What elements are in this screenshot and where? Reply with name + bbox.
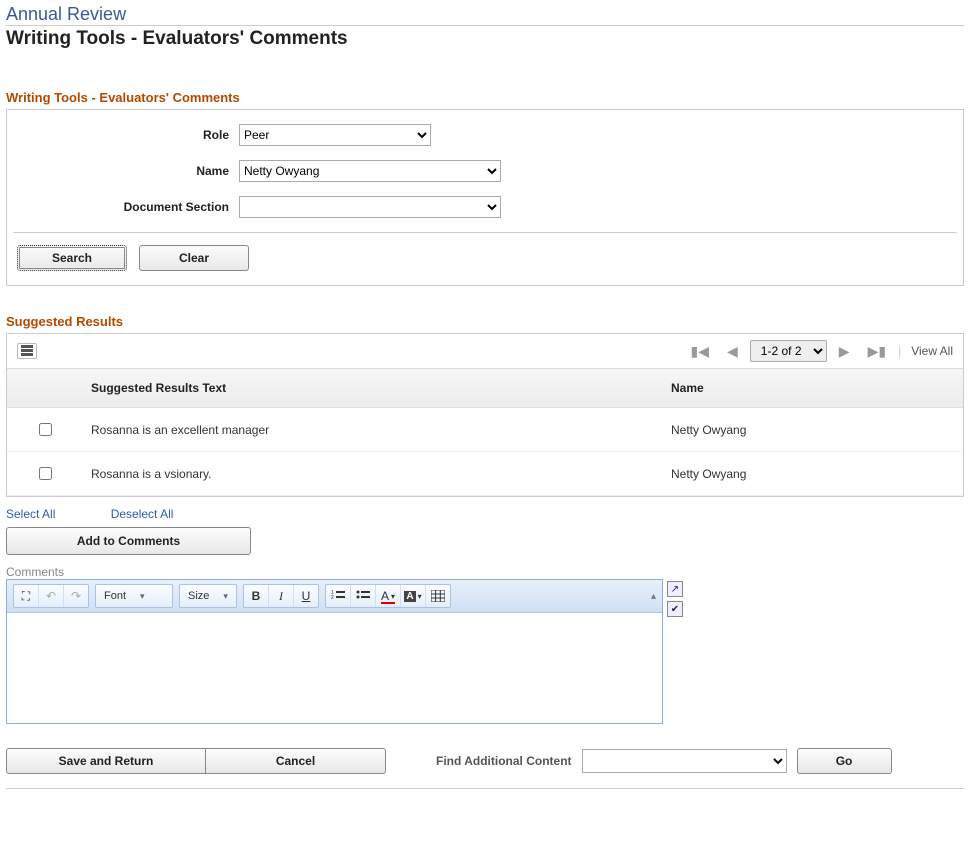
maximize-icon[interactable]: ⛶ [14,585,39,607]
add-to-comments-button[interactable]: Add to Comments [6,527,251,555]
breadcrumb[interactable]: Annual Review [6,4,964,26]
first-page-icon: ▮◀ [685,343,715,360]
font-dropdown[interactable]: Font▾ [95,584,173,608]
col-text-header: Suggested Results Text [83,369,663,408]
go-button[interactable]: Go [797,748,892,774]
col-name-header: Name [663,369,929,408]
size-dropdown-label: Size [188,590,209,602]
text-color-icon[interactable]: A▾ [376,585,401,607]
view-all-link[interactable]: View All [907,344,953,358]
col-select-header [7,369,83,408]
undo-icon[interactable]: ↶ [39,585,64,607]
filter-section-header: Writing Tools - Evaluators' Comments [6,90,964,105]
table-icon[interactable] [426,585,450,607]
collapse-toolbar-icon[interactable]: ▴ [651,591,656,602]
next-page-icon: ▶ [833,343,856,360]
row-text: Rosanna is an excellent manager [83,408,663,452]
page-title: Writing Tools - Evaluators' Comments [6,28,964,50]
editor-textarea[interactable] [7,613,662,723]
last-page-icon: ▶▮ [862,343,892,360]
select-all-link[interactable]: Select All [6,507,55,521]
find-additional-content-label: Find Additional Content [436,754,572,768]
filter-box: Role Peer Name Netty Owyang Document Sec… [6,109,964,286]
rich-text-editor: ⛶ ↶ ↷ Font▾ Size▾ B I U 12 [6,579,663,724]
row-name: Netty Owyang [663,408,929,452]
name-select[interactable]: Netty Owyang [239,160,501,182]
comments-label: Comments [6,565,964,579]
italic-icon[interactable]: I [269,585,294,607]
editor-toolbar: ⛶ ↶ ↷ Font▾ Size▾ B I U 12 [7,580,662,613]
clear-button[interactable]: Clear [139,245,249,271]
unordered-list-icon[interactable] [351,585,376,607]
table-row: Rosanna is a vsionary. Netty Owyang [7,452,963,496]
cancel-button[interactable]: Cancel [206,748,386,774]
background-color-icon[interactable]: A▾ [401,585,426,607]
row-checkbox[interactable] [39,467,52,480]
prev-page-icon: ◀ [721,343,744,360]
find-additional-content-select[interactable] [582,749,787,773]
save-and-return-button[interactable]: Save and Return [6,748,206,774]
row-name: Netty Owyang [663,452,929,496]
table-row: Rosanna is an excellent manager Netty Ow… [7,408,963,452]
row-text: Rosanna is a vsionary. [83,452,663,496]
results-section-header: Suggested Results [6,314,964,329]
grid-settings-icon[interactable] [17,343,37,359]
name-label: Name [17,164,239,178]
spellcheck-icon[interactable]: ✔ [667,601,683,617]
svg-text:2: 2 [331,595,334,601]
results-grid: ▮◀ ◀ 1-2 of 2 ▶ ▶▮ | View All Suggested … [6,333,964,497]
page-picker[interactable]: 1-2 of 2 [750,340,827,362]
document-section-select[interactable] [239,196,501,218]
underline-icon[interactable]: U [294,585,318,607]
col-spacer-header [929,369,963,408]
redo-icon[interactable]: ↷ [64,585,88,607]
size-dropdown[interactable]: Size▾ [179,584,237,608]
search-button[interactable]: Search [17,245,127,271]
bold-icon[interactable]: B [244,585,269,607]
expand-popup-icon[interactable]: ↗ [667,581,683,597]
font-dropdown-label: Font [104,590,126,602]
role-select[interactable]: Peer [239,124,431,146]
document-section-label: Document Section [17,200,239,214]
row-checkbox[interactable] [39,423,52,436]
role-label: Role [17,128,239,142]
deselect-all-link[interactable]: Deselect All [111,507,174,521]
ordered-list-icon[interactable]: 12 [326,585,351,607]
